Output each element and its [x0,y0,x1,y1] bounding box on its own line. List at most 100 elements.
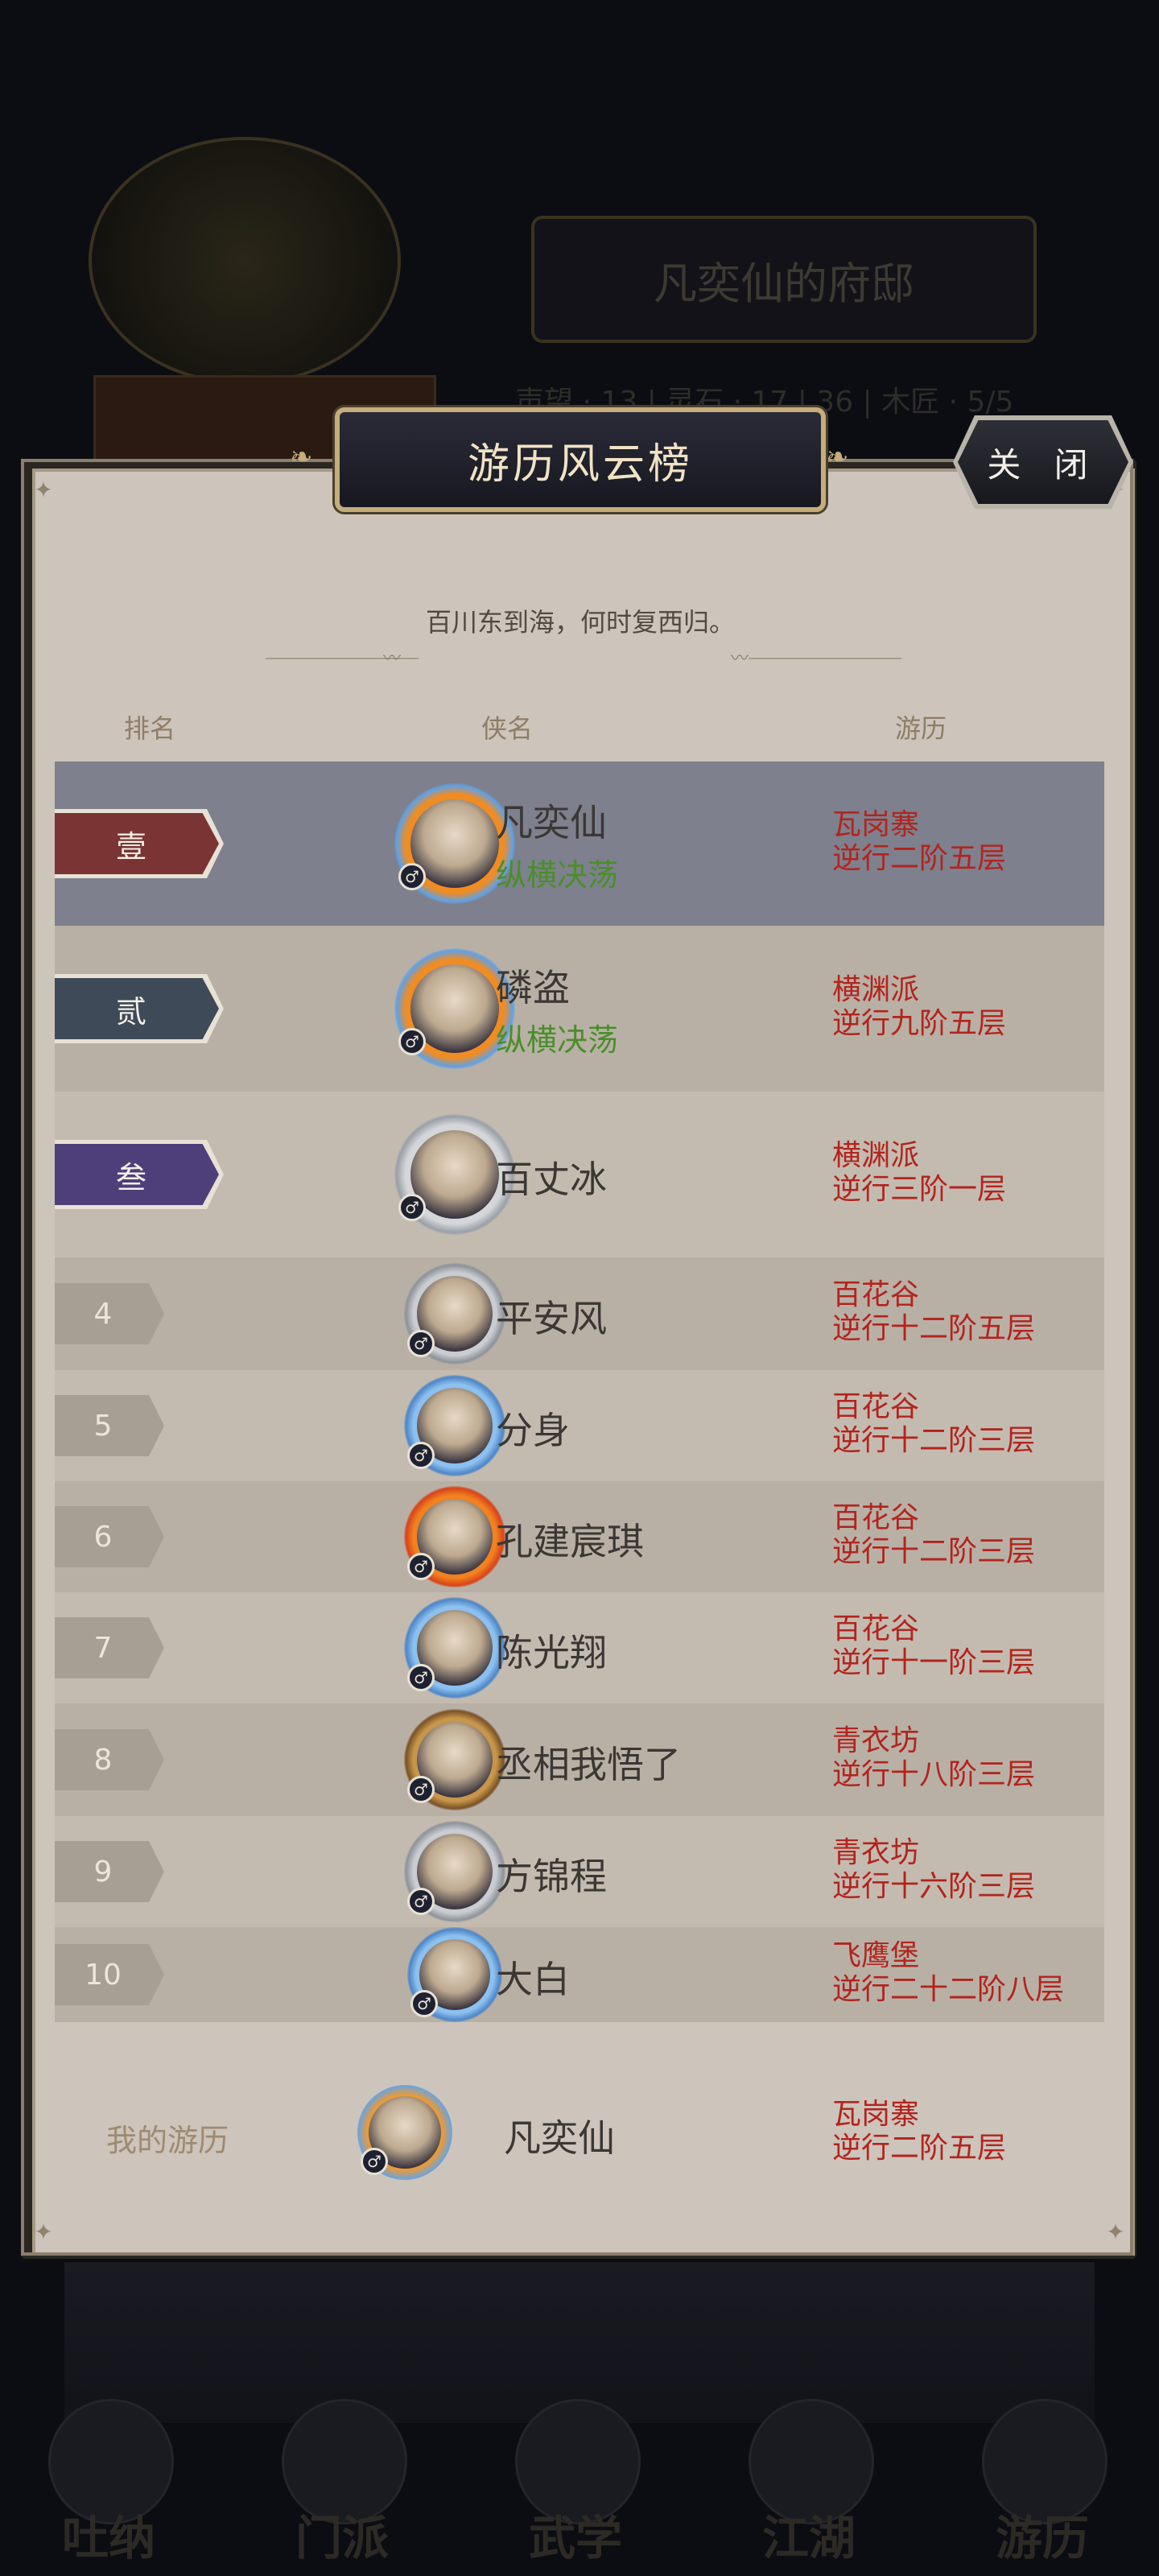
male-icon: ♂ [398,1028,426,1055]
male-icon: ♂ [407,1442,435,1469]
player-avatar[interactable]: ♂ [404,1821,505,1922]
journey-progress: 逆行十二阶五层 [832,1312,1036,1345]
journey-location: 百花谷 逆行十二阶三层 [832,1390,1035,1458]
sect-name: 横渊派 [832,1139,920,1172]
residence-title: 凡奕仙的府邸 [531,216,1037,343]
column-header-rank: 排名 [124,713,176,744]
sect-name: 瓦岗寨 [832,808,920,841]
my-location: 瓦岗寨 逆行二阶五层 [832,2098,1006,2165]
rank-label: 6 [93,1520,113,1554]
male-icon: ♂ [410,1990,438,2017]
ranking-row[interactable]: 10 ♂ 大白 飞鹰堡 逆行二十二阶八层 [55,1927,1104,2022]
sect-name: 百花谷 [832,1612,920,1645]
journey-progress: 逆行二十二阶八层 [832,1973,1065,2006]
divider [749,658,901,659]
rank-badge: 10 [55,1944,164,2005]
ranking-row[interactable]: 6 ♂ 孔建宸琪 百花谷 逆行十二阶三层 [55,1481,1104,1592]
ranking-row[interactable]: 4 ♂ 平安风 百花谷 逆行十二阶五层 [55,1257,1104,1370]
rank-badge: 叁 [55,1140,224,1209]
journey-progress: 逆行十六阶三层 [832,1870,1036,1903]
rank-label: 贰 [115,993,146,1030]
rank-badge: 6 [55,1506,164,1567]
sect-name: 青衣坊 [832,1836,920,1869]
player-avatar[interactable]: ♂ [404,1709,505,1810]
journey-location: 青衣坊 逆行十八阶三层 [832,1724,1035,1792]
ranking-row[interactable]: 5 ♂ 分身 百花谷 逆行十二阶三层 [55,1370,1104,1481]
player-avatar[interactable]: ♂ [404,1375,505,1476]
journey-location: 飞鹰堡 逆行二十二阶八层 [832,1939,1064,2007]
rank-label: 8 [93,1743,113,1777]
rank-label: 叁 [115,1159,146,1195]
journey-location: 青衣坊 逆行十六阶三层 [832,1836,1035,1904]
divider-ornament-icon: 〰 [731,644,749,669]
column-header-journey: 游历 [895,713,947,744]
tab-jianghu[interactable]: 江湖 [732,2383,885,2568]
player-name: 磷盗 [496,966,570,1009]
player-name: 凡奕仙 [496,801,607,844]
rank-badge: 壹 [55,809,224,878]
player-name: 大白 [496,1958,570,2001]
title-ornament-right-icon: ❧ [826,441,849,473]
player-name: 方锦程 [496,1855,607,1898]
ranking-row[interactable]: 9 ♂ 方锦程 青衣坊 逆行十六阶三层 [55,1816,1104,1927]
my-sect: 瓦岗寨 [832,2098,920,2131]
rank-badge: 5 [55,1395,164,1456]
player-name: 孔建宸琪 [496,1520,644,1563]
rank-label: 5 [93,1409,113,1443]
journey-progress: 逆行十二阶三层 [832,1424,1036,1457]
modal-title: 游历风云榜 [467,440,693,489]
my-avatar[interactable]: ♂ [357,2085,452,2180]
journey-progress: 逆行二阶五层 [832,842,1007,875]
rank-label: 10 [85,1958,122,1992]
my-name: 凡奕仙 [504,2116,615,2160]
player-avatar[interactable]: ♂ [404,1263,505,1364]
modal-subtitle: 百川东到海，何时复西归。 [425,607,735,638]
rank-label: 9 [93,1855,113,1889]
ranking-row[interactable]: 壹 ♂ 凡奕仙纵横决荡 瓦岗寨 逆行二阶五层 [55,762,1104,926]
male-icon: ♂ [407,1888,435,1915]
tab-journey[interactable]: 游历 [966,2383,1119,2568]
rank-badge: 4 [55,1283,164,1344]
player-avatar[interactable]: ♂ [407,1927,502,2022]
corner-ornament-icon: ✦ [1106,2218,1125,2245]
ranking-row[interactable]: 8 ♂ 丞相我悟了 青衣坊 逆行十八阶三层 [55,1703,1104,1816]
ranking-row[interactable]: 贰 ♂ 磷盗 纵横决荡 横渊派 逆行九阶五层 [55,926,1104,1092]
journey-progress: 逆行十一阶三层 [832,1646,1036,1679]
journey-progress: 逆行十八阶三层 [832,1758,1036,1791]
ranking-row[interactable]: 叁 ♂ 百丈冰 横渊派 逆行三阶一层 [55,1092,1104,1257]
sect-name: 百花谷 [832,1390,920,1423]
journey-location: 瓦岗寨 逆行二阶五层 [832,808,1006,876]
rank-label: 7 [93,1631,113,1665]
sect-name: 横渊派 [832,973,920,1006]
sect-name: 百花谷 [832,1501,920,1534]
player-avatar[interactable]: ♂ [404,1597,505,1699]
journey-location: 横渊派 逆行九阶五层 [832,973,1006,1041]
corner-ornament-icon: ✦ [34,2218,53,2245]
male-icon: ♂ [398,863,426,890]
tab-sect[interactable]: 门派 [266,2383,419,2568]
close-button-label: 关 闭 [987,444,1099,485]
journey-progress: 逆行九阶五层 [832,1007,1007,1040]
male-icon: ♂ [407,1330,435,1357]
tab-breathing[interactable]: 吐纳 [32,2383,185,2568]
rank-badge: 7 [55,1617,164,1678]
rank-badge: 9 [55,1841,164,1902]
male-icon: ♂ [407,1776,435,1803]
journey-location: 百花谷 逆行十二阶三层 [832,1501,1035,1569]
divider-ornament-icon: 〰 [383,644,401,669]
ranking-row[interactable]: 7 ♂ 陈光翔 百花谷 逆行十一阶三层 [55,1592,1104,1703]
sect-name: 飞鹰堡 [832,1939,920,1972]
player-name: 分身 [496,1409,570,1452]
male-icon: ♂ [398,1194,426,1221]
journey-location: 百花谷 逆行十一阶三层 [832,1612,1035,1680]
close-button[interactable]: 关 闭 [958,420,1128,504]
sect-name: 青衣坊 [832,1724,920,1757]
corner-ornament-icon: ✦ [34,476,53,503]
column-header-name: 侠名 [481,713,534,744]
tab-martial-arts[interactable]: 武学 [499,2383,652,2568]
player-avatar[interactable]: ♂ [404,1486,505,1587]
player-title-tag: 纵横决荡 [496,857,619,893]
male-icon: ♂ [407,1664,435,1691]
residence-emblem [89,137,401,385]
title-ornament-left-icon: ❧ [290,441,313,473]
